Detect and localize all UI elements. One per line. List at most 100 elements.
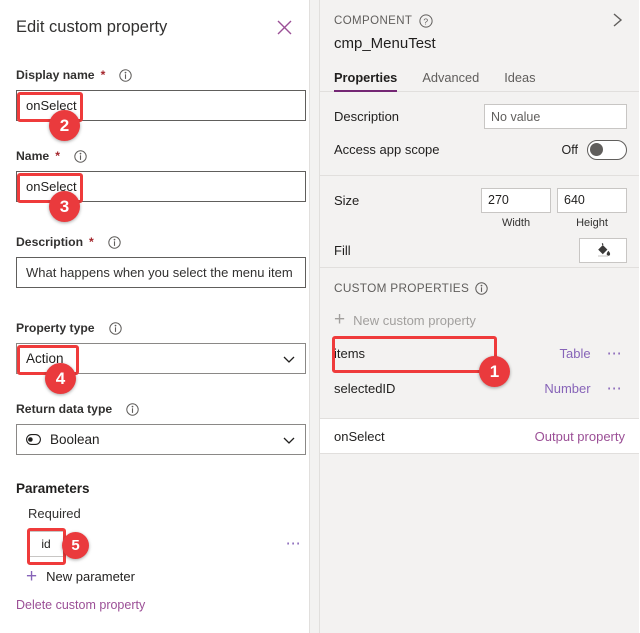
size-captions: Width Height — [320, 216, 639, 229]
custom-properties-heading-text: CUSTOM PROPERTIES — [334, 281, 470, 295]
return-data-type-label: Return data type — [16, 401, 306, 417]
display-name-label: Display name * — [16, 67, 306, 83]
row-access-app-scope: Access app scope Off — [320, 133, 639, 166]
chevron-down-icon — [282, 433, 296, 447]
custom-property-name: items — [334, 346, 366, 361]
component-name: cmp_MenuTest — [334, 35, 436, 52]
app-root: Edit custom property Display name * onSe… — [0, 0, 640, 633]
property-type-field-group: Property type Action — [16, 320, 306, 374]
toggle-knob — [590, 143, 603, 156]
info-icon[interactable] — [108, 321, 122, 335]
parameter-name-input[interactable]: id — [28, 531, 64, 557]
parameters-section: Parameters Required id ⋯ + New parameter… — [16, 481, 306, 612]
description-value: No value — [491, 109, 541, 124]
custom-property-row-items[interactable]: items Table ⋯ — [320, 336, 639, 371]
description-label: Description — [334, 109, 400, 124]
description-input[interactable]: What happens when you select the menu it… — [16, 257, 306, 288]
chevron-down-icon — [282, 352, 296, 366]
return-data-type-value: Boolean — [50, 432, 100, 447]
plus-icon: + — [26, 565, 38, 587]
parameters-required-label: Required — [28, 506, 81, 521]
name-field-group: Name * onSelect — [16, 148, 306, 202]
fill-label: Fill — [334, 242, 351, 258]
access-app-scope-toggle[interactable] — [587, 139, 627, 160]
parameters-heading: Parameters — [16, 481, 90, 496]
new-custom-property-button[interactable]: + New custom property — [320, 304, 639, 336]
new-parameter-button[interactable]: + New parameter — [26, 565, 306, 587]
description-label-text: Description — [16, 235, 84, 249]
height-input[interactable]: 640 — [557, 187, 627, 213]
display-name-field-group: Display name * onSelect — [16, 67, 306, 121]
access-app-scope-state: Off — [561, 142, 578, 157]
output-property-link[interactable]: Output property — [535, 429, 625, 444]
custom-property-type-link[interactable]: Number — [544, 381, 590, 396]
height-caption: Height — [576, 217, 608, 229]
panel-kicker-text: COMPONENT — [334, 15, 413, 27]
description-value: What happens when you select the menu it… — [26, 265, 293, 280]
description-value-input[interactable]: No value — [484, 104, 627, 129]
paint-bucket-icon[interactable] — [579, 237, 627, 263]
close-icon[interactable] — [273, 16, 295, 38]
name-input[interactable]: onSelect — [16, 171, 306, 202]
property-type-label-text: Property type — [16, 321, 95, 335]
custom-property-type-link[interactable]: Table — [560, 346, 591, 361]
custom-property-row-selectedid[interactable]: selectedID Number ⋯ — [320, 371, 639, 406]
parameter-row: id ⋯ — [16, 531, 306, 557]
svg-text:?: ? — [424, 16, 429, 26]
info-icon[interactable] — [108, 235, 121, 249]
info-icon[interactable] — [74, 149, 87, 163]
component-properties-panel: COMPONENT ? cmp_MenuTest Properties Adva… — [320, 0, 639, 633]
info-icon[interactable] — [119, 68, 133, 82]
display-name-input[interactable]: onSelect — [16, 90, 306, 121]
name-value: onSelect — [26, 179, 77, 194]
right-panel-header: COMPONENT ? cmp_MenuTest — [320, 0, 639, 52]
edit-custom-property-panel: Edit custom property Display name * onSe… — [0, 0, 309, 633]
description-label: Description * — [16, 234, 306, 250]
custom-property-row-onselect[interactable]: onSelect Output property — [320, 418, 639, 454]
custom-property-name: selectedID — [334, 381, 396, 396]
height-value: 640 — [564, 193, 585, 207]
properties-list: Description No value Access app scope Of… — [320, 100, 639, 454]
boolean-toggle-icon — [26, 434, 41, 445]
row-fill: Fill — [320, 233, 639, 267]
return-data-type-dropdown[interactable]: Boolean — [16, 424, 306, 455]
tab-advanced[interactable]: Advanced — [422, 70, 479, 91]
new-custom-property-label: New custom property — [353, 312, 476, 328]
return-data-type-field-group: Return data type Boolean — [16, 401, 306, 455]
required-marker: * — [55, 149, 60, 163]
access-app-scope-label: Access app scope — [334, 142, 440, 157]
chevron-right-icon[interactable] — [607, 10, 627, 30]
display-name-label-text: Display name — [16, 68, 95, 82]
panel-divider — [309, 0, 320, 633]
ellipsis-icon[interactable]: ⋯ — [603, 381, 627, 396]
panel-tabs: Properties Advanced Ideas — [320, 64, 639, 92]
property-type-dropdown[interactable]: Action — [16, 343, 306, 374]
new-parameter-label: New parameter — [46, 569, 135, 584]
size-label: Size — [334, 192, 360, 208]
delete-custom-property-link[interactable]: Delete custom property — [16, 598, 306, 612]
property-type-value: Action — [26, 351, 64, 366]
display-name-value: onSelect — [26, 98, 77, 113]
name-label-text: Name — [16, 149, 50, 163]
tab-properties[interactable]: Properties — [334, 70, 398, 92]
page-title: Edit custom property — [16, 18, 168, 36]
help-circle-icon[interactable]: ? — [419, 14, 433, 28]
info-icon[interactable] — [126, 402, 139, 416]
property-type-label: Property type — [16, 320, 306, 336]
ellipsis-icon[interactable]: ⋯ — [603, 346, 627, 361]
info-icon[interactable] — [475, 281, 488, 295]
custom-properties-heading: CUSTOM PROPERTIES — [320, 268, 639, 304]
row-description: Description No value — [320, 100, 639, 133]
name-label: Name * — [16, 148, 306, 164]
description-field-group: Description * What happens when you sele… — [16, 234, 306, 288]
required-marker: * — [89, 235, 94, 249]
width-input[interactable]: 270 — [481, 187, 551, 213]
width-caption: Width — [501, 217, 531, 229]
tab-ideas[interactable]: Ideas — [504, 70, 535, 91]
row-size: Size 270 640 — [320, 184, 639, 216]
required-marker: * — [100, 68, 106, 82]
panel-kicker: COMPONENT ? — [334, 14, 625, 28]
ellipsis-icon[interactable]: ⋯ — [282, 536, 306, 551]
return-data-type-label-text: Return data type — [16, 402, 113, 416]
parameter-name-value: id — [41, 537, 51, 551]
